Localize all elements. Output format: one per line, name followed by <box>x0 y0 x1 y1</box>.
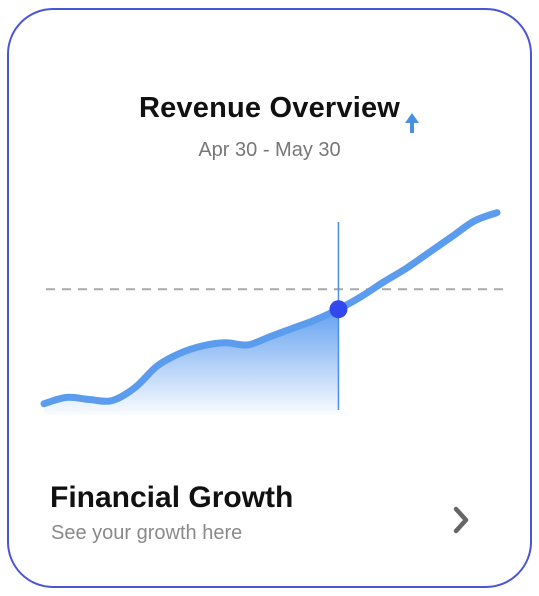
chevron-right-button[interactable] <box>443 504 479 540</box>
revenue-chart <box>40 209 505 415</box>
chart-highlight-point[interactable] <box>329 300 348 319</box>
financial-growth-subtitle: See your growth here <box>51 522 243 544</box>
revenue-overview-card[interactable]: Revenue Overview Apr 30 - May 30 Financi… <box>7 8 532 588</box>
financial-growth-title: Financial Growth <box>50 481 294 514</box>
chevron-right-icon <box>449 504 473 541</box>
